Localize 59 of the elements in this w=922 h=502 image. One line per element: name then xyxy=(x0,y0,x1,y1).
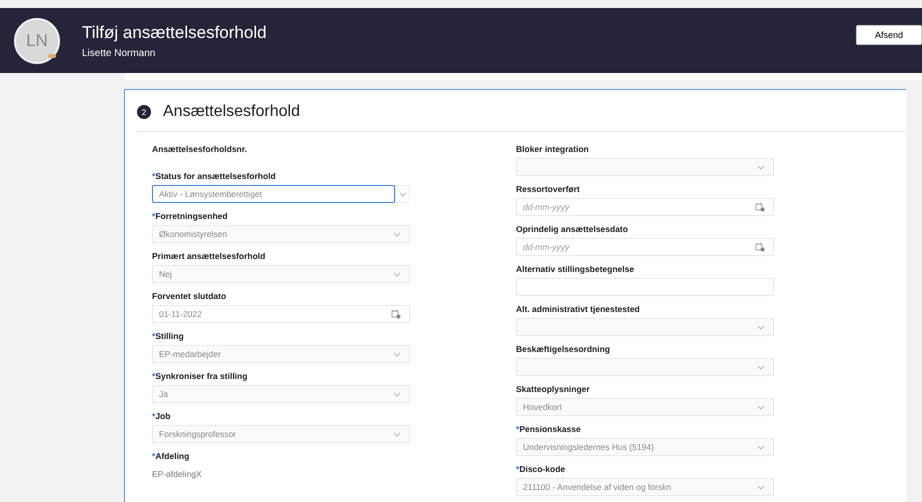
submit-button[interactable]: Afsend xyxy=(856,24,922,44)
chevron-down-icon xyxy=(398,192,406,196)
chevron-down-icon xyxy=(757,324,765,330)
select-field[interactable]: Aktiv - Lønsystemberettiget xyxy=(152,185,395,203)
select-field[interactable]: Hovedkort xyxy=(516,398,774,416)
field-label: Alternativ stillingsbetegnelse xyxy=(516,264,636,274)
field-label: Forventet slutdato xyxy=(152,291,228,301)
placeholder-text: dd-mm-yyyy xyxy=(523,242,570,252)
select-field[interactable] xyxy=(516,158,774,176)
field-label: *Synkroniser fra stilling xyxy=(152,371,248,381)
user-name: Lisette Normann xyxy=(82,48,156,58)
select-field[interactable]: Forskningsprofessor xyxy=(152,425,410,443)
field-label: Primært ansættelsesforhold xyxy=(152,251,266,261)
field-label: *Forretningsenhed xyxy=(152,211,229,221)
chevron-down-icon xyxy=(393,272,401,276)
select-field[interactable]: Undervisningsledernes Hus (5194) xyxy=(516,438,774,456)
field-label: *Job xyxy=(152,411,172,421)
step-number: 2 xyxy=(137,105,151,119)
select-field[interactable]: Ja xyxy=(152,385,410,403)
section-title: Ansættelsesforhold xyxy=(163,103,300,121)
select-field[interactable]: EP-medarbejder xyxy=(152,345,410,363)
calendar-icon[interactable] xyxy=(755,242,765,252)
chevron-down-icon xyxy=(757,444,765,450)
calendar-icon[interactable] xyxy=(391,309,401,319)
chevron-down-icon xyxy=(757,404,765,410)
field-label: Bloker integration xyxy=(516,144,590,154)
field-label: Skatteoplysninger xyxy=(516,384,591,394)
date-field[interactable]: dd-mm-yyyy xyxy=(516,238,774,256)
field-label: Beskæftigelsesordning xyxy=(516,344,611,354)
avatar: LN xyxy=(14,18,60,64)
select-field[interactable] xyxy=(516,358,774,376)
select-field[interactable] xyxy=(516,318,774,336)
chevron-down-icon xyxy=(757,364,765,370)
status-badge xyxy=(48,54,56,58)
date-field[interactable]: 01-11-2022 xyxy=(152,305,410,323)
field-label: *Disco-kode xyxy=(516,464,566,474)
field-value: EP-afdelingX xyxy=(152,469,203,479)
chevron-down-icon xyxy=(757,484,765,490)
dropdown-button[interactable] xyxy=(395,185,410,203)
placeholder-text: dd-mm-yyyy xyxy=(523,202,570,212)
field-label: *Pensionskasse xyxy=(516,424,582,434)
field-label: *Status for ansættelsesforhold xyxy=(152,171,277,181)
chevron-down-icon xyxy=(757,164,765,170)
chevron-down-icon xyxy=(393,232,401,236)
chevron-down-icon xyxy=(393,392,401,396)
page-title: Tilføj ansættelsesforhold xyxy=(82,22,268,42)
field-label: *Stilling xyxy=(152,331,185,341)
chevron-down-icon xyxy=(393,352,401,356)
field-label: *Afdeling xyxy=(152,451,190,461)
field-label: Ressortoverført xyxy=(516,184,581,194)
field-label: Alt. administrativt tjenestested xyxy=(516,304,641,314)
calendar-icon[interactable] xyxy=(755,202,765,212)
chevron-down-icon xyxy=(393,432,401,436)
select-field[interactable]: Økonomistyrelsen xyxy=(152,225,410,243)
select-field[interactable]: 211100 - Anvendelse af viden og forskn xyxy=(516,478,774,496)
field-label: Ansættelsesforholdsnr. xyxy=(152,144,248,154)
field-label: Oprindelig ansættelsesdato xyxy=(516,224,629,234)
select-field[interactable]: Nej xyxy=(152,265,410,283)
date-field[interactable]: dd-mm-yyyy xyxy=(516,198,774,216)
